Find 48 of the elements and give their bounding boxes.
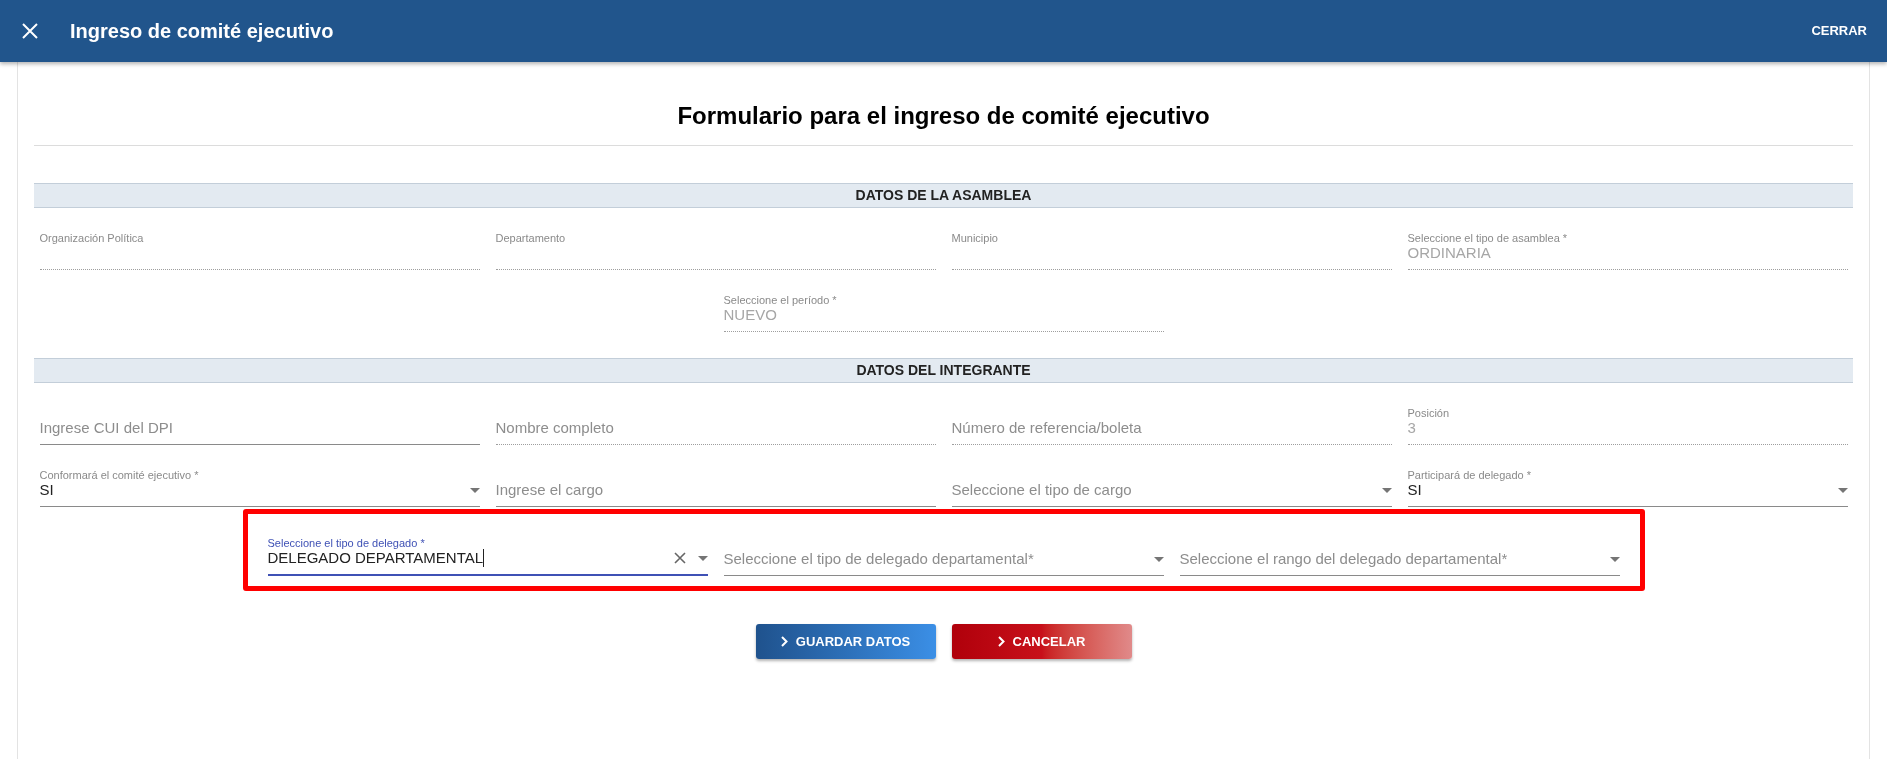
dropdown-field[interactable]: Conformará el comité ejecutivo * SI bbox=[39, 445, 480, 507]
field-value: NUEVO bbox=[723, 304, 777, 325]
field-label: Seleccione el tipo de delegado * bbox=[267, 537, 425, 549]
field-label: Seleccione el tipo de asamblea * bbox=[1407, 232, 1568, 244]
field-value: SI bbox=[39, 479, 54, 500]
dropdown-caret-icon[interactable] bbox=[1153, 556, 1164, 562]
field-label: Departamento bbox=[495, 232, 566, 244]
close-icon[interactable] bbox=[22, 23, 38, 39]
dropdown-field[interactable]: Participará de delegado * SI bbox=[1407, 445, 1848, 507]
chevron-right-icon bbox=[997, 636, 1005, 647]
dropdown-field[interactable]: Seleccione el rango del delegado departamental* bbox=[1179, 514, 1620, 576]
field-placeholder: Seleccione el rango del delegado departamental* bbox=[1179, 548, 1508, 569]
clear-icon[interactable] bbox=[673, 552, 686, 564]
field-value: DELEGADO DEPARTAMENTAL bbox=[267, 548, 484, 568]
field-placeholder: Número de referencia/boleta bbox=[951, 417, 1142, 438]
chevron-right-icon bbox=[780, 636, 788, 647]
dropdown-caret-icon[interactable] bbox=[697, 555, 708, 561]
field-placeholder: Ingrese CUI del DPI bbox=[39, 417, 173, 438]
cancel-button[interactable]: CANCELAR bbox=[951, 624, 1132, 659]
form-title: Formulario para el ingreso de comité ejecutivo bbox=[677, 100, 1210, 131]
save-button[interactable]: GUARDAR DATOS bbox=[755, 624, 936, 659]
header-title: Ingreso de comité ejecutivo bbox=[70, 19, 334, 44]
field-label: Participará de delegado * bbox=[1407, 469, 1532, 481]
dropdown-caret-icon[interactable] bbox=[469, 487, 480, 493]
input-field[interactable]: Ingrese el cargo bbox=[495, 445, 936, 507]
input-field[interactable]: Ingrese CUI del DPI bbox=[39, 383, 480, 445]
field-label: Organización Política bbox=[39, 232, 144, 244]
dropdown-field[interactable]: Seleccione el tipo de cargo bbox=[951, 445, 1392, 507]
dropdown-field[interactable]: Seleccione el tipo de delegado * DELEGADO DEPARTAMENTAL bbox=[267, 514, 708, 576]
dropdown-caret-icon[interactable] bbox=[1381, 487, 1392, 493]
dropdown-caret-icon[interactable] bbox=[1837, 487, 1848, 493]
field-label: Seleccione el período * bbox=[723, 294, 837, 306]
field-value: SI bbox=[1407, 480, 1422, 500]
field-placeholder: Nombre completo bbox=[495, 417, 614, 438]
dropdown-field[interactable]: Seleccione el tipo de delegado departamental* bbox=[723, 514, 1164, 576]
field-value: ORDINARIA bbox=[1407, 243, 1491, 263]
field-label: Conformará el comité ejecutivo * bbox=[39, 469, 199, 481]
text-cursor bbox=[483, 549, 485, 567]
close-button[interactable]: CERRAR bbox=[1811, 21, 1867, 41]
field-value: 3 bbox=[1407, 417, 1416, 438]
dropdown-caret-icon[interactable] bbox=[1609, 556, 1620, 562]
section-heading: DATOS DE LA ASAMBLEA bbox=[34, 183, 1853, 208]
field-placeholder: Seleccione el tipo de delegado departamental* bbox=[723, 548, 1034, 569]
section-heading: DATOS DEL INTEGRANTE bbox=[34, 358, 1853, 383]
field-label: Posición bbox=[1407, 407, 1450, 419]
field-placeholder: Ingrese el cargo bbox=[495, 479, 604, 500]
field-label: Municipio bbox=[951, 232, 998, 244]
field-placeholder: Seleccione el tipo de cargo bbox=[951, 479, 1132, 500]
